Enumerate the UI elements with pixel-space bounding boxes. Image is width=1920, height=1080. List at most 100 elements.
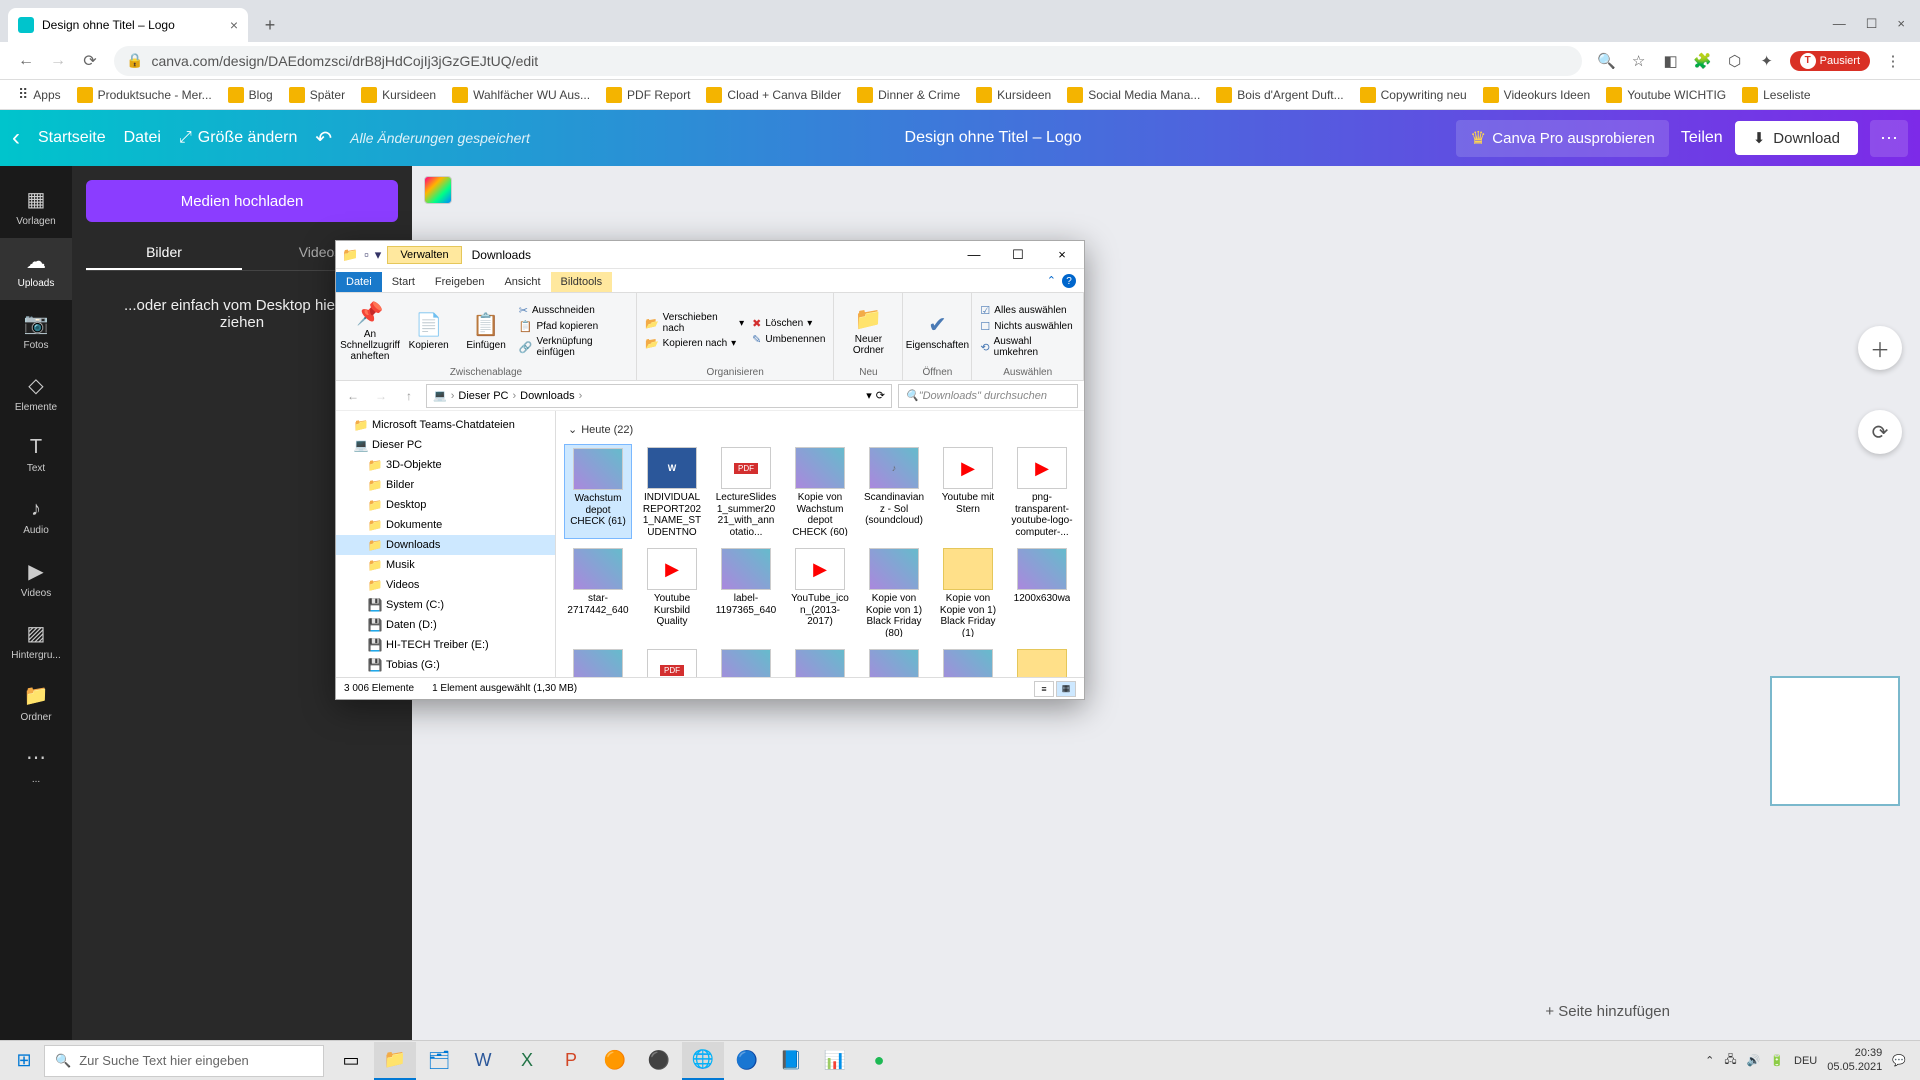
tree-item[interactable]: 📁Microsoft Teams-Chatdateien xyxy=(336,415,555,435)
resize-button[interactable]: ⤢ Größe ändern xyxy=(179,129,297,147)
file-item[interactable]: label-1197365_640 xyxy=(712,545,780,640)
tree-item[interactable]: 💾HI-TECH Treiber (E:) xyxy=(336,635,555,655)
chrome-menu-icon[interactable]: ⋮ xyxy=(1884,52,1902,70)
extensions-menu-icon[interactable]: ✦ xyxy=(1758,52,1776,70)
help-icon[interactable]: ? xyxy=(1062,274,1076,288)
select-none-button[interactable]: ☐Nichts auswählen xyxy=(980,320,1075,333)
file-item[interactable]: Kopie von Kopie von 1) Black Friday (1) xyxy=(934,545,1002,640)
add-page-button[interactable]: + Seite hinzufügen xyxy=(1545,1003,1670,1020)
tree-item[interactable]: 💻Dieser PC xyxy=(336,435,555,455)
add-element-button[interactable]: ＋ xyxy=(1858,326,1902,370)
new-tab-button[interactable]: + xyxy=(256,11,284,39)
copy-button[interactable]: 📄Kopieren xyxy=(404,312,453,351)
ribbon-tab-ansicht[interactable]: Ansicht xyxy=(494,272,550,292)
taskbar-search-input[interactable]: 🔍 Zur Suche Text hier eingeben xyxy=(44,1045,324,1077)
bookmark-item[interactable]: Kursideen xyxy=(353,87,444,103)
tree-item[interactable]: 💾Daten (D:) xyxy=(336,615,555,635)
profile-badge[interactable]: Pausiert xyxy=(1790,51,1870,71)
file-menu[interactable]: Datei xyxy=(124,129,161,147)
file-item[interactable]: Class_1_-_Questions xyxy=(638,646,706,677)
qat-dropdown-icon[interactable]: ▾ xyxy=(375,247,382,263)
breadcrumb[interactable]: 💻 › Dieser PC › Downloads › ▾ ⟳ xyxy=(426,384,892,408)
zoom-icon[interactable]: 🔍 xyxy=(1598,52,1616,70)
forward-button[interactable]: → xyxy=(42,45,74,77)
color-picker-button[interactable] xyxy=(424,176,452,204)
bookmark-item[interactable]: Social Media Mana... xyxy=(1059,87,1208,103)
tree-item[interactable]: 📁Videos xyxy=(336,575,555,595)
invert-selection-button[interactable]: ⟲Auswahl umkehren xyxy=(980,336,1075,358)
file-item[interactable]: Pinterest Vorschauvi xyxy=(1008,646,1076,677)
tray-chevron-icon[interactable]: ⌃ xyxy=(1705,1054,1714,1067)
tab-images[interactable]: Bilder xyxy=(86,236,242,270)
bookmark-item[interactable]: Später xyxy=(281,87,353,103)
bookmark-item[interactable]: Youtube WICHTIG xyxy=(1598,87,1734,103)
file-item[interactable]: Bilder für Kursbild xyxy=(934,646,1002,677)
task-view-button[interactable]: ▭ xyxy=(330,1042,372,1080)
file-group-header[interactable]: ⌄ Heute (22) xyxy=(564,419,1076,444)
extension-icon[interactable]: ◧ xyxy=(1662,52,1680,70)
file-item[interactable]: ▶Youtube mit Stern xyxy=(934,444,1002,539)
design-title[interactable]: Design ohne Titel – Logo xyxy=(905,129,1082,147)
chrome-minimize-icon[interactable]: — xyxy=(1833,16,1846,32)
file-item[interactable]: 1200x630wa xyxy=(1008,545,1076,640)
tree-item[interactable]: 📁Downloads xyxy=(336,535,555,555)
browser-tab[interactable]: Design ohne Titel – Logo × xyxy=(8,8,248,42)
file-item[interactable]: ▶png-transparent-youtube-logo-computer-.… xyxy=(1008,444,1076,539)
bookmark-item[interactable]: PDF Report xyxy=(598,87,698,103)
reload-button[interactable]: ⟳ xyxy=(74,45,106,77)
tab-close-icon[interactable]: × xyxy=(230,17,238,33)
tree-item[interactable]: 💾System (C:) xyxy=(336,595,555,615)
rail-text[interactable]: TText xyxy=(0,424,72,486)
paste-shortcut-button[interactable]: 🔗Verknüpfung einfügen xyxy=(519,336,628,358)
explorer-maximize-button[interactable]: ☐ xyxy=(996,241,1040,269)
address-bar[interactable]: 🔒 canva.com/design/DAEdomzsci/drB8jHdCoj… xyxy=(114,46,1582,76)
chrome-close-icon[interactable]: × xyxy=(1897,16,1905,32)
file-item[interactable]: Kopie von Wachstum depot CHECK (60) xyxy=(786,444,854,539)
copy-path-button[interactable]: 📋Pfad kopieren xyxy=(519,320,628,333)
file-item[interactable]: Kopie von Kursbilder xyxy=(712,646,780,677)
file-item[interactable]: Kopie von Kursbilder xyxy=(786,646,854,677)
file-item[interactable]: ▶Youtube Kursbild Quality xyxy=(638,545,706,640)
star-icon[interactable]: ☆ xyxy=(1630,52,1648,70)
rail-audio[interactable]: ♪Audio xyxy=(0,486,72,548)
icons-view-button[interactable]: ▦ xyxy=(1056,681,1076,697)
undo-icon[interactable]: ↶ xyxy=(315,126,332,151)
extension-icon-2[interactable]: 🧩 xyxy=(1694,52,1712,70)
more-menu-button[interactable]: ⋯ xyxy=(1870,120,1908,157)
select-all-button[interactable]: ☑Alles auswählen xyxy=(980,304,1075,317)
bookmark-item[interactable]: Videokurs Ideen xyxy=(1475,87,1599,103)
back-button[interactable]: ← xyxy=(10,45,42,77)
move-to-button[interactable]: 📂Verschieben nach▾ xyxy=(645,312,744,334)
explorer-minimize-button[interactable]: — xyxy=(952,241,996,269)
taskbar-powerpoint-icon[interactable]: P xyxy=(550,1042,592,1080)
file-item[interactable]: star-2717442_640 xyxy=(564,545,632,640)
taskbar-app-icon[interactable]: 📊 xyxy=(814,1042,856,1080)
tree-item[interactable]: 💾Tobias (G:) xyxy=(336,655,555,675)
taskbar-app-icon[interactable]: 🟠 xyxy=(594,1042,636,1080)
taskbar-chrome-icon[interactable]: 🌐 xyxy=(682,1042,724,1080)
rail-uploads[interactable]: ☁Uploads xyxy=(0,238,72,300)
qat-icon[interactable]: ▫ xyxy=(364,247,369,262)
bookmark-item[interactable]: ⠿Apps xyxy=(10,86,69,103)
rail-vorlagen[interactable]: ▦Vorlagen xyxy=(0,176,72,238)
file-item[interactable]: wallpaper-1531107 128 xyxy=(860,646,928,677)
explorer-search-input[interactable]: 🔍 "Downloads" durchsuchen xyxy=(898,384,1078,408)
taskbar-excel-icon[interactable]: X xyxy=(506,1042,548,1080)
pro-upsell-button[interactable]: ♛ Canva Pro ausprobieren xyxy=(1456,120,1669,157)
tree-item[interactable]: 📁3D-Objekte xyxy=(336,455,555,475)
rail-elemente[interactable]: ◇Elemente xyxy=(0,362,72,424)
bookmark-item[interactable]: Bois d'Argent Duft... xyxy=(1208,87,1351,103)
tree-item[interactable]: 📁Musik xyxy=(336,555,555,575)
cut-button[interactable]: ✂Ausschneiden xyxy=(519,304,628,317)
rail-videos[interactable]: ▶Videos xyxy=(0,548,72,610)
canvas-selection[interactable] xyxy=(1770,676,1900,806)
sync-button[interactable]: ⟳ xyxy=(1858,410,1902,454)
breadcrumb-dropdown-icon[interactable]: ▾ xyxy=(866,389,872,402)
home-link[interactable]: Startseite xyxy=(38,129,106,147)
taskbar-edge-icon[interactable]: 🔵 xyxy=(726,1042,768,1080)
paste-button[interactable]: 📋Einfügen xyxy=(461,312,510,351)
tray-lang[interactable]: DEU xyxy=(1794,1055,1817,1067)
ribbon-tab-bildtools[interactable]: Bildtools xyxy=(551,272,613,292)
taskbar-spotify-icon[interactable]: ● xyxy=(858,1042,900,1080)
rail-hintergru...[interactable]: ▨Hintergru... xyxy=(0,610,72,672)
